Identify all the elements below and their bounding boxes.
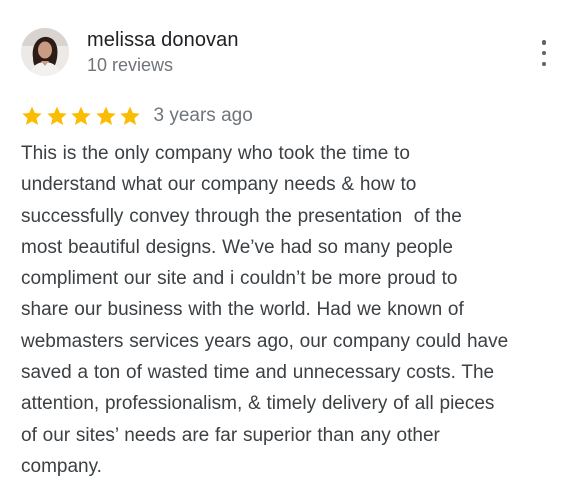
star-icon [46,106,67,125]
star-icon [95,106,116,125]
more-vert-icon-dot [541,50,547,56]
star-rating [21,105,144,127]
rating-row: 3 years ago [21,102,253,130]
more-options-button[interactable] [538,40,550,66]
more-vert-icon-dot [541,61,547,66]
author-info: melissa donovan 10 reviews [87,27,239,77]
avatar[interactable] [21,28,69,76]
review-count[interactable]: 10 reviews [87,53,239,77]
more-vert-icon [541,40,547,45]
review-text: This is the only company who took the ti… [21,143,509,477]
star-icon [71,106,91,125]
review-card: melissa donovan 10 reviews 3 years ago T… [0,0,572,503]
review-header: melissa donovan 10 reviews [21,26,572,78]
star-icon [22,106,42,125]
review-timestamp: 3 years ago [153,105,253,126]
profile-photo [21,28,69,76]
star-icon [120,106,140,125]
author-name[interactable]: melissa donovan [87,27,239,53]
